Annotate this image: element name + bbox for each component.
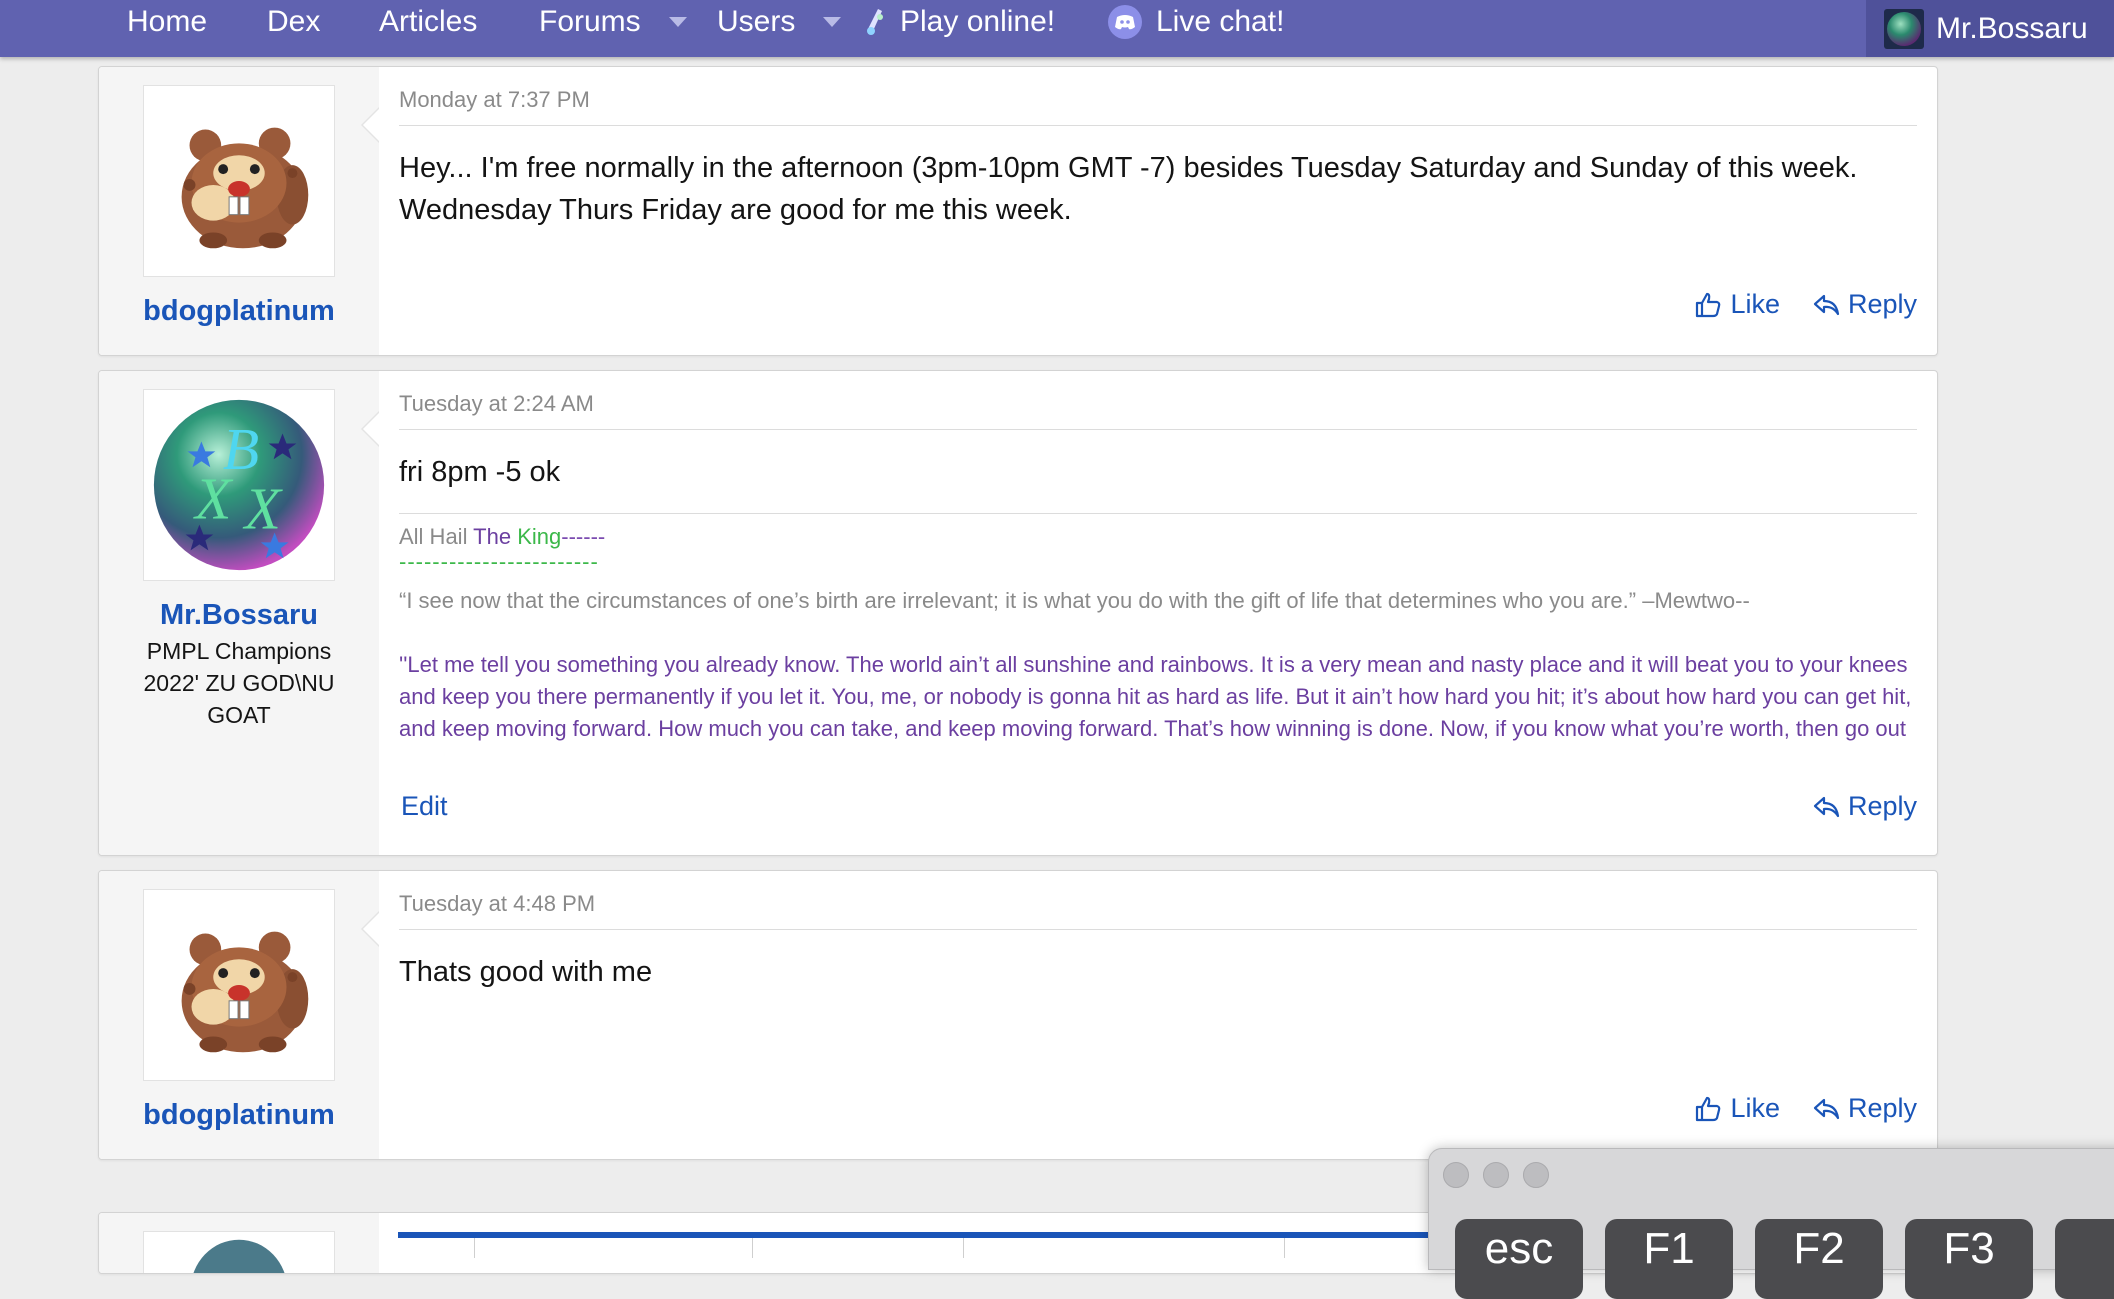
- like-label: Like: [1730, 1093, 1780, 1123]
- user-avatar-icon: [1884, 8, 1924, 49]
- edit-button[interactable]: Edit: [401, 791, 448, 822]
- speech-arrow: [361, 107, 379, 143]
- post-body: Thats good with me: [399, 956, 653, 988]
- username[interactable]: bdogplatinum: [99, 1099, 379, 1132]
- post-date[interactable]: Tuesday at 4:48 PM: [399, 891, 595, 917]
- post-user-panel: B X X Mr.Bossaru PMPL Champions 2022' ZU…: [99, 371, 379, 855]
- post: B X X Mr.Bossaru PMPL Champions 2022' ZU…: [98, 370, 1938, 856]
- thumbs-up-icon: [1696, 1096, 1721, 1121]
- nav-forums-label: Forums: [539, 5, 641, 38]
- signature-divider: [399, 513, 1917, 514]
- nav-user-menu[interactable]: Mr.Bossaru: [1866, 0, 2114, 57]
- top-nav: Home Dex Articles Forums Users Play onli…: [0, 0, 2114, 57]
- sig-king: King: [517, 524, 562, 549]
- thumbs-up-icon: [1696, 292, 1721, 317]
- reply-button[interactable]: Reply: [1812, 289, 1917, 320]
- embed-cell: [475, 1238, 753, 1258]
- key-esc[interactable]: esc: [1455, 1219, 1583, 1299]
- embed-cell: [964, 1238, 1285, 1258]
- divider: [399, 125, 1917, 126]
- reply-label: Reply: [1847, 791, 1917, 821]
- reply-label: Reply: [1847, 1093, 1917, 1123]
- nav-articles-label: Articles: [379, 5, 478, 38]
- reply-icon: [1813, 1098, 1840, 1119]
- nav-home[interactable]: Home: [127, 0, 207, 44]
- nav-dex-label: Dex: [267, 5, 321, 38]
- chevron-down-icon[interactable]: [668, 17, 687, 27]
- embed-cell: [753, 1238, 964, 1258]
- post-body: Hey... I'm free normally in the afternoo…: [399, 152, 1858, 226]
- reply-button[interactable]: Reply: [1812, 791, 1917, 822]
- post-main: Tuesday at 2:24 AM fri 8pm -5 ok All Hai…: [399, 371, 1917, 855]
- chevron-down-icon[interactable]: [823, 17, 842, 27]
- nav-dex[interactable]: Dex: [267, 0, 320, 44]
- post-user-panel: [99, 1213, 379, 1273]
- speech-arrow: [361, 411, 379, 447]
- divider: [399, 429, 1917, 430]
- nav-users[interactable]: Users: [717, 0, 842, 44]
- post-main: Tuesday at 4:48 PM Thats good with me Li…: [399, 871, 1917, 1159]
- key-f4[interactable]: [2055, 1219, 2114, 1299]
- post-main: Monday at 7:37 PM Hey... I'm free normal…: [399, 67, 1917, 355]
- username[interactable]: Mr.Bossaru: [99, 599, 379, 632]
- svg-text:X: X: [243, 476, 284, 542]
- sig-dash-line: ------------------------: [399, 549, 599, 574]
- zoom-window-button[interactable]: [1523, 1162, 1549, 1188]
- nav-play-online[interactable]: Play online!: [864, 0, 1055, 44]
- sig-hail: All Hail: [399, 524, 468, 549]
- reply-label: Reply: [1847, 289, 1917, 319]
- reply-icon: [1813, 294, 1840, 315]
- showdown-icon: [867, 9, 883, 35]
- discord-icon: [1108, 5, 1142, 39]
- post-body: fri 8pm -5 ok: [399, 456, 561, 488]
- like-button[interactable]: Like: [1694, 1093, 1780, 1124]
- username[interactable]: bdogplatinum: [99, 295, 379, 328]
- post: bdogplatinum Monday at 7:37 PM Hey... I'…: [98, 66, 1938, 356]
- nav-users-label: Users: [717, 5, 796, 38]
- post-user-panel: bdogplatinum: [99, 67, 379, 355]
- sig-dash: ------: [561, 524, 606, 549]
- like-button[interactable]: Like: [1694, 289, 1780, 320]
- reply-button[interactable]: Reply: [1812, 1093, 1917, 1124]
- nav-username: Mr.Bossaru: [1936, 11, 2088, 45]
- avatar[interactable]: B X X: [143, 389, 335, 581]
- nav-live-chat[interactable]: Live chat!: [1108, 0, 1284, 44]
- divider: [399, 929, 1917, 930]
- avatar[interactable]: [143, 1231, 335, 1273]
- bidoof-avatar-icon: [181, 127, 309, 249]
- minimize-window-button[interactable]: [1483, 1162, 1509, 1188]
- post-actions: Like Reply: [1694, 1093, 1917, 1124]
- signature-quote: ''Let me tell you something you already …: [399, 652, 1912, 741]
- avatar[interactable]: [143, 889, 335, 1081]
- signature-quote: “I see now that the circumstances of one…: [399, 588, 1750, 613]
- nav-live-chat-label: Live chat!: [1156, 5, 1285, 38]
- embed-cell: [398, 1238, 475, 1258]
- svg-text:X: X: [193, 466, 234, 532]
- key-f1[interactable]: F1: [1605, 1219, 1733, 1299]
- bxx-orb-avatar-icon: B X X: [153, 399, 325, 571]
- speech-arrow: [361, 911, 379, 947]
- nav-forums[interactable]: Forums: [539, 0, 687, 44]
- user-title: PMPL Champions 2022' ZU GOD\NU GOAT: [143, 638, 335, 728]
- post-date[interactable]: Monday at 7:37 PM: [399, 87, 590, 113]
- close-window-button[interactable]: [1443, 1162, 1469, 1188]
- post-actions: Like Reply: [1694, 289, 1917, 320]
- nav-articles[interactable]: Articles: [379, 0, 477, 44]
- signature: All Hail The King------ ----------------…: [399, 521, 1917, 574]
- post: bdogplatinum Tuesday at 4:48 PM Thats go…: [98, 870, 1938, 1160]
- reply-icon: [1813, 796, 1840, 817]
- post-user-panel: bdogplatinum: [99, 871, 379, 1159]
- key-f3[interactable]: F3: [1905, 1219, 2033, 1299]
- like-label: Like: [1730, 289, 1780, 319]
- post-date[interactable]: Tuesday at 2:24 AM: [399, 391, 594, 417]
- avatar[interactable]: [143, 85, 335, 277]
- key-f2[interactable]: F2: [1755, 1219, 1883, 1299]
- nav-home-label: Home: [127, 5, 208, 38]
- avatar-icon: [193, 1239, 285, 1273]
- post-embed-cells: [398, 1238, 1438, 1258]
- nav-play-online-label: Play online!: [900, 5, 1056, 38]
- bidoof-avatar-icon: [181, 931, 309, 1053]
- post-actions: Reply: [1812, 791, 1917, 822]
- sig-the: The: [467, 524, 518, 549]
